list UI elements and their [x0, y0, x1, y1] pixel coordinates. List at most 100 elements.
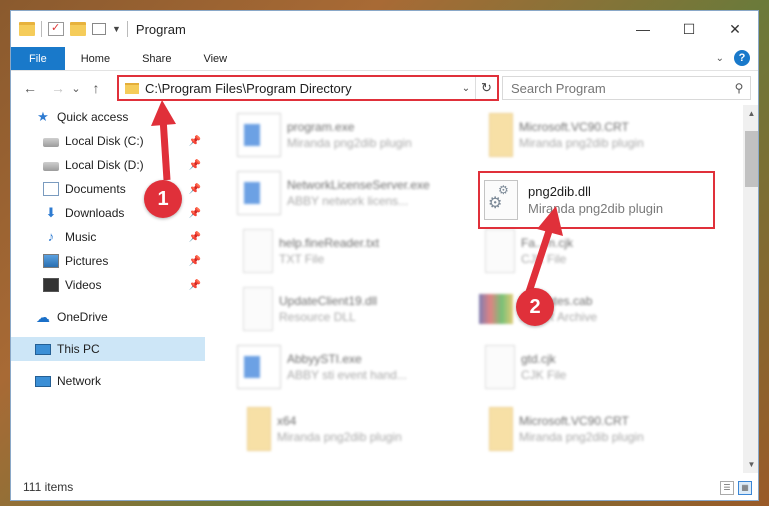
folder-icon: [125, 82, 139, 94]
maximize-button[interactable]: ☐: [666, 11, 712, 47]
customize-icon[interactable]: [92, 23, 106, 35]
videos-icon: [43, 278, 59, 292]
pin-icon[interactable]: 📌: [189, 184, 201, 195]
folder-icon: [489, 407, 513, 451]
pin-icon[interactable]: 📌: [189, 136, 201, 147]
tab-share[interactable]: Share: [126, 47, 187, 70]
vertical-scrollbar[interactable]: ▲ ▼: [743, 105, 758, 473]
list-item[interactable]: program.exe Miranda png2dib plugin: [237, 111, 477, 159]
forward-button[interactable]: →: [47, 80, 69, 96]
search-input[interactable]: [503, 80, 728, 96]
refresh-button[interactable]: ↻: [475, 77, 497, 99]
file-name: gtd.cjk: [521, 352, 556, 366]
exe-icon: [237, 171, 281, 215]
list-item[interactable]: Fa...m.cjk CJK File: [479, 227, 719, 275]
star-icon: ★: [37, 109, 49, 124]
sidebar-item-label: Local Disk (C:): [65, 134, 144, 148]
scrollbar-thumb[interactable]: [745, 131, 758, 187]
folder-icon: [247, 407, 271, 451]
folder-icon: [19, 22, 35, 36]
window-title: Program: [135, 21, 186, 37]
qat-dropdown-icon[interactable]: ▼: [112, 24, 121, 34]
file-name: help.fineReader.txt: [279, 236, 380, 250]
pin-icon[interactable]: 📌: [189, 280, 201, 291]
details-view-icon[interactable]: ☰: [720, 481, 734, 495]
downloads-icon: ⬇: [45, 205, 57, 220]
list-item[interactable]: NetworkLicenseServer.exe ABBY network lic…: [237, 169, 477, 217]
sidebar-item-label: Documents: [65, 182, 126, 196]
step-badge-1: 1: [144, 180, 182, 218]
tab-view[interactable]: View: [187, 47, 243, 70]
cab-icon: [479, 294, 513, 324]
file-item-png2dib[interactable]: ⚙ ⚙ png2dib.dll Miranda png2dib plugin: [484, 177, 663, 223]
step-badge-2: 2: [516, 288, 554, 326]
pictures-icon: [43, 254, 59, 268]
file-description: ABBY sti event hand...: [287, 368, 407, 382]
navigation-pane: ★ Quick access Local Disk (C:) 📌 Local D…: [11, 105, 205, 473]
sidebar-item-music[interactable]: ♪ Music 📌: [11, 225, 205, 249]
pin-icon[interactable]: 📌: [189, 208, 201, 219]
gear-icon: ⚙: [498, 183, 509, 197]
scroll-up-icon[interactable]: ▲: [743, 105, 758, 122]
view-buttons: ☰ ▦: [720, 481, 752, 495]
sidebar-item-local-disk-c[interactable]: Local Disk (C:) 📌: [11, 129, 205, 153]
list-item[interactable]: gtd.cjk CJK File: [479, 343, 719, 391]
sidebar-item-label: OneDrive: [57, 310, 108, 324]
sidebar-item-pictures[interactable]: Pictures 📌: [11, 249, 205, 273]
sidebar-item-local-disk-d[interactable]: Local Disk (D:) 📌: [11, 153, 205, 177]
sidebar-item-quick-access[interactable]: ★ Quick access: [11, 105, 205, 129]
recent-locations-button[interactable]: ⌄: [69, 82, 83, 95]
properties-icon[interactable]: [48, 21, 64, 36]
address-path[interactable]: C:\Program Files\Program Directory: [145, 81, 457, 96]
sidebar-item-network[interactable]: Network: [11, 369, 205, 393]
minimize-button[interactable]: —: [620, 11, 666, 47]
file-name: NetworkLicenseServer.exe: [287, 178, 430, 192]
tab-file[interactable]: File: [11, 47, 65, 70]
list-item[interactable]: Microsoft.VC90.CRT Miranda png2dib plugin: [479, 111, 719, 159]
cloud-icon: ☁: [36, 309, 50, 325]
sidebar-item-onedrive[interactable]: ☁ OneDrive: [11, 305, 205, 329]
pin-icon[interactable]: 📌: [189, 256, 201, 267]
file-name: AbbyySTI.exe: [287, 352, 362, 366]
ribbon-right: ⌄ ?: [716, 50, 750, 66]
list-item[interactable]: UpdateClient19.dll Resource DLL: [237, 285, 477, 333]
window-controls: — ☐ ✕: [620, 11, 758, 47]
item-count: 111 items: [23, 480, 74, 494]
txt-icon: [485, 345, 515, 389]
sidebar-item-label: Videos: [65, 278, 102, 292]
list-item[interactable]: ...tificates.cab ...RAR Archive: [479, 285, 719, 333]
sidebar-item-label: Music: [65, 230, 97, 244]
exe-icon: [237, 113, 281, 157]
file-description: CJK File: [521, 252, 567, 266]
expand-ribbon-icon[interactable]: ⌄: [716, 53, 724, 64]
gear-file-icon: ⚙ ⚙: [484, 180, 518, 220]
tab-home[interactable]: Home: [65, 47, 126, 70]
sidebar-item-videos[interactable]: Videos 📌: [11, 273, 205, 297]
back-button[interactable]: ←: [19, 80, 41, 96]
file-description: Miranda png2dib plugin: [519, 430, 644, 444]
sidebar-item-this-pc[interactable]: This PC: [11, 337, 205, 361]
help-icon[interactable]: ?: [734, 50, 750, 66]
new-folder-icon[interactable]: [70, 22, 86, 36]
file-description: CJK File: [521, 368, 567, 382]
pin-icon[interactable]: 📌: [189, 232, 201, 243]
list-item[interactable]: AbbyySTI.exe ABBY sti event hand...: [237, 343, 477, 391]
file-name: Microsoft.VC90.CRT: [519, 120, 629, 134]
chevron-down-icon[interactable]: ⌄: [457, 83, 475, 94]
list-item[interactable]: help.fineReader.txt TXT File: [237, 227, 477, 275]
pin-icon[interactable]: 📌: [189, 160, 201, 171]
status-bar: 111 items ☰ ▦: [11, 474, 758, 500]
up-button[interactable]: ↑: [85, 80, 107, 96]
list-item[interactable]: x64 Miranda png2dib plugin: [237, 405, 477, 453]
computer-icon: [35, 343, 51, 355]
search-icon[interactable]: ⚲: [728, 81, 750, 95]
address-bar[interactable]: C:\Program Files\Program Directory ⌄ ↻: [117, 75, 499, 101]
disk-icon: [43, 162, 59, 171]
list-item[interactable]: Microsoft.VC90.CRT Miranda png2dib plugin: [479, 405, 719, 453]
scroll-down-icon[interactable]: ▼: [743, 456, 758, 473]
tiles-view-icon[interactable]: ▦: [738, 481, 752, 495]
search-box[interactable]: ⚲: [502, 76, 751, 100]
close-button[interactable]: ✕: [712, 11, 758, 47]
file-description: Resource DLL: [279, 310, 356, 324]
main-area: ★ Quick access Local Disk (C:) 📌 Local D…: [11, 105, 758, 473]
